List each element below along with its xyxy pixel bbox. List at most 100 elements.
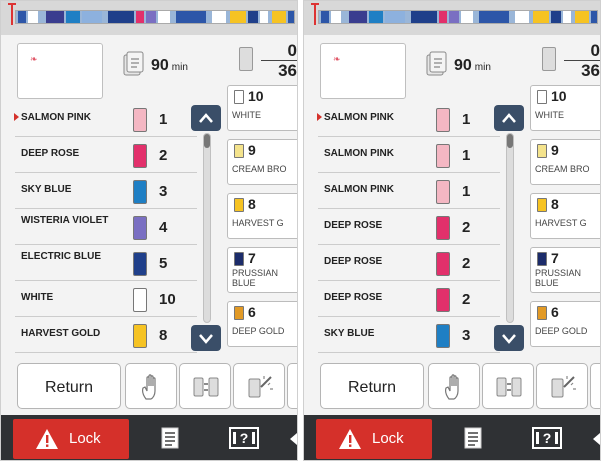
design-preview[interactable]: ❧ — [320, 43, 406, 99]
spool-color-name: WHITE — [232, 110, 261, 120]
progress-segment — [461, 11, 473, 23]
color-list-item[interactable]: WISTERIA VIOLET 4 — [15, 211, 197, 245]
color-name: SALMON PINK — [317, 112, 428, 123]
scroll-up-button[interactable] — [191, 105, 221, 131]
return-button[interactable]: Return — [320, 363, 424, 409]
scrollbar-track[interactable] — [203, 133, 211, 323]
progress-segment — [136, 11, 144, 23]
spool-color-name: HARVEST G — [232, 218, 284, 228]
scrollbar-thumb[interactable] — [507, 134, 513, 148]
thread-color-swatch — [133, 324, 147, 348]
lock-button[interactable]: Lock — [316, 419, 432, 459]
color-list-item[interactable]: WHITE 10 — [15, 283, 197, 317]
color-list-item[interactable]: DEEP ROSE 2 — [318, 211, 500, 245]
hand-icon — [142, 374, 156, 400]
chevron-up-icon — [502, 113, 516, 123]
progress-segment — [349, 11, 367, 23]
progress-segment — [230, 11, 246, 23]
color-list-item[interactable]: ELECTRIC BLUE 5 — [15, 247, 197, 281]
thread-spool-card[interactable]: 10 WHITE — [227, 85, 297, 131]
spool-color-name: WHITE — [535, 110, 564, 120]
thread-spool-card[interactable]: 9 CREAM BRO — [227, 139, 297, 185]
spool-color-swatch — [537, 144, 547, 158]
color-name: DEEP ROSE — [324, 220, 383, 231]
spool-number: 10 — [248, 88, 264, 104]
scroll-down-button[interactable] — [191, 325, 221, 351]
stitch-progress-strip — [15, 10, 295, 24]
spool-color-name: DEEP GOLD — [232, 326, 285, 336]
design-preview[interactable]: ❧ — [17, 43, 103, 99]
thread-spool-card[interactable]: 7 PRUSSIAN BLUE — [530, 247, 600, 293]
spool-color-name: DEEP GOLD — [535, 326, 588, 336]
color-name: SKY BLUE — [324, 328, 375, 339]
thread-color-swatch — [436, 180, 450, 204]
spool-color-swatch — [537, 306, 547, 320]
progress-segment — [321, 11, 329, 23]
color-list-item[interactable]: SKY BLUE 3 — [318, 319, 500, 353]
warning-icon — [36, 429, 58, 449]
color-sequence-list: SALMON PINK 1 DEEP ROSE 2 SKY BLUE 3 WISTERIA … — [14, 103, 197, 355]
spool-color-swatch — [537, 198, 547, 212]
thread-number: 4 — [159, 219, 168, 236]
thread-spool-card[interactable]: 10 WHITE — [530, 85, 600, 131]
svg-text:?: ? — [543, 430, 552, 446]
color-list-item[interactable]: DEEP ROSE 2 — [318, 283, 500, 317]
thread-spool-card[interactable]: 9 CREAM BRO — [530, 139, 600, 185]
thread-spool-card[interactable]: 6 DEEP GOLD — [530, 301, 600, 347]
spool-count-icon — [239, 47, 253, 71]
spool-color-swatch — [234, 144, 244, 158]
scrollbar-track[interactable] — [506, 133, 514, 323]
progress-marker — [311, 3, 319, 25]
color-list-item[interactable]: SALMON PINK 1 — [318, 175, 500, 209]
scroll-down-button[interactable] — [494, 325, 524, 351]
hand-button[interactable] — [428, 363, 480, 409]
lock-button[interactable]: Lock — [13, 419, 129, 459]
scroll-up-button[interactable] — [494, 105, 524, 131]
help-icon[interactable]: ? — [532, 427, 562, 449]
document-icon[interactable] — [161, 427, 179, 449]
color-list-item[interactable]: DEEP ROSE 2 — [15, 139, 197, 173]
return-button[interactable]: Return — [17, 363, 121, 409]
thread-spool-card[interactable]: 8 HARVEST G — [227, 193, 297, 239]
color-name: WISTERIA VIOLET — [21, 215, 109, 226]
color-list-item[interactable]: HARVEST GOLD 8 — [15, 319, 197, 353]
swap-spools-icon — [496, 377, 522, 397]
progress-segment — [146, 11, 156, 23]
arrow-left-icon[interactable] — [287, 431, 298, 447]
help-icon[interactable]: ? — [229, 427, 259, 449]
spool-color-name: PRUSSIAN BLUE — [232, 268, 279, 288]
spool-color-swatch — [537, 90, 547, 104]
color-list-item[interactable]: SALMON PINK 1 — [318, 139, 500, 173]
color-change-counter: 0 36 — [255, 42, 297, 80]
progress-segment — [108, 11, 134, 23]
spool-color-name: PRUSSIAN BLUE — [535, 268, 582, 288]
thread-color-swatch — [133, 252, 147, 276]
arrow-left-icon[interactable] — [590, 431, 601, 447]
magic-wand-button[interactable] — [536, 363, 588, 409]
spool-color-name: HARVEST G — [535, 218, 587, 228]
spool-number: 8 — [551, 196, 559, 212]
color-list-item[interactable]: SKY BLUE 3 — [15, 175, 197, 209]
more-button-partial[interactable] — [287, 363, 297, 409]
progress-segment — [272, 11, 286, 23]
swap-spools-button[interactable] — [482, 363, 534, 409]
progress-segment — [66, 11, 80, 23]
document-icon[interactable] — [464, 427, 482, 449]
thread-spool-card[interactable]: 7 PRUSSIAN BLUE — [227, 247, 297, 293]
spool-number: 7 — [248, 250, 256, 266]
scrollbar-thumb[interactable] — [204, 134, 210, 148]
thread-number: 1 — [159, 111, 168, 128]
spool-color-swatch — [234, 198, 244, 212]
color-list-item[interactable]: SALMON PINK 1 — [317, 103, 500, 137]
progress-marker — [8, 3, 16, 25]
thread-spool-card[interactable]: 6 DEEP GOLD — [227, 301, 297, 347]
swap-spools-button[interactable] — [179, 363, 231, 409]
more-button-partial[interactable] — [590, 363, 600, 409]
hand-button[interactable] — [125, 363, 177, 409]
thread-spool-card[interactable]: 8 HARVEST G — [530, 193, 600, 239]
color-list-item[interactable]: DEEP ROSE 2 — [318, 247, 500, 281]
progress-segment — [369, 11, 383, 23]
magic-wand-button[interactable] — [233, 363, 285, 409]
color-list-item[interactable]: SALMON PINK 1 — [14, 103, 197, 137]
progress-segment — [176, 11, 206, 23]
